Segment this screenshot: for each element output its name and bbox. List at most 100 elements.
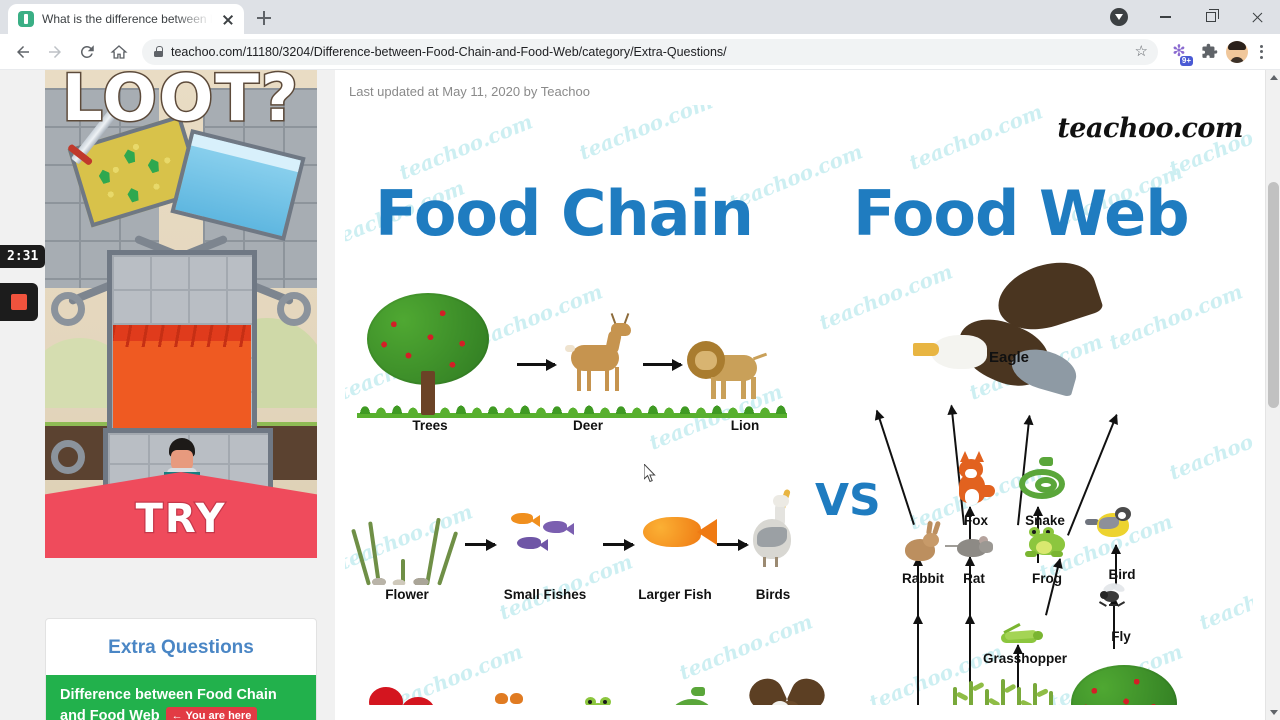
- vertical-scrollbar[interactable]: [1265, 70, 1280, 720]
- butterfly-illustration: [493, 691, 533, 705]
- fly-leg: [1109, 604, 1117, 606]
- eagle-illustration-chain: [744, 673, 830, 705]
- ad-headline: LOOT?: [60, 70, 301, 138]
- fish-body: [511, 513, 533, 524]
- ad-stop-button[interactable]: [0, 283, 38, 321]
- rabbit-illustration: [901, 520, 945, 567]
- web-node-label-eagle: Eagle: [988, 349, 1030, 366]
- sidebar-item-difference-food-chain-food-web[interactable]: Difference between Food Chain and Food W…: [46, 675, 316, 720]
- seaweed-frond: [437, 531, 459, 586]
- lock-icon: [154, 46, 163, 57]
- lion-leg: [711, 377, 716, 399]
- deer-leg: [615, 367, 619, 391]
- snake-coil: [1035, 477, 1057, 493]
- web-arrow-tip: [913, 614, 923, 624]
- ad-lava: [113, 325, 251, 430]
- small-fish: [543, 521, 574, 536]
- tree-illustration: [367, 293, 497, 415]
- tab-strip: What is the difference between F: [0, 0, 1280, 34]
- chain-node-label: Birds: [755, 587, 791, 602]
- fish-tail: [531, 515, 540, 528]
- larger-fish-illustration: [643, 517, 717, 547]
- web-arrow-tip: [965, 614, 975, 624]
- fox-illustration: [953, 451, 1001, 509]
- small-fishes-illustration: [511, 509, 591, 571]
- maximize-button[interactable]: [1188, 0, 1234, 34]
- teachoo-brand-label: teachoo.com: [1057, 113, 1243, 144]
- window-controls: [1096, 0, 1280, 34]
- snake-head: [691, 687, 705, 696]
- lion-leg: [751, 377, 756, 399]
- minimize-button[interactable]: [1142, 0, 1188, 34]
- web-arrow-tip: [1111, 544, 1121, 554]
- extensions-button[interactable]: [1194, 37, 1224, 67]
- pelican-leg: [763, 557, 766, 567]
- close-tab-icon[interactable]: [220, 11, 236, 27]
- deer-head: [611, 323, 631, 336]
- new-tab-button[interactable]: [250, 4, 278, 32]
- back-arrow-icon: [17, 45, 29, 58]
- close-icon: [1251, 11, 1264, 24]
- game-advertisement[interactable]: LOOT? TRY: [45, 70, 317, 558]
- browser-window: What is the difference between F teachoo…: [0, 0, 1280, 720]
- extension-badge-button[interactable]: ✻ 9+: [1166, 39, 1193, 66]
- browser-tab[interactable]: What is the difference between F: [8, 4, 244, 34]
- bookmark-star-icon[interactable]: ☆: [1135, 44, 1148, 59]
- scroll-up-icon[interactable]: [1269, 75, 1278, 80]
- teachoo-favicon-icon: [18, 11, 34, 27]
- address-bar[interactable]: teachoo.com/11180/3204/Difference-betwee…: [142, 38, 1158, 65]
- rabbit-head: [923, 533, 939, 547]
- snake-illustration: [663, 685, 731, 705]
- fly-head: [1100, 591, 1108, 599]
- gem-icon: [126, 187, 141, 204]
- grasshopper-head: [1033, 631, 1043, 640]
- download-button[interactable]: [1096, 0, 1142, 34]
- browser-menu-button[interactable]: [1250, 44, 1272, 59]
- lion-illustration: [687, 335, 773, 405]
- ad-pin-ring: [51, 292, 85, 326]
- frog-leg: [1051, 551, 1063, 557]
- tree-crown: [1071, 665, 1177, 705]
- gem-icon: [97, 168, 112, 185]
- fish-body: [543, 521, 567, 533]
- extra-questions-card: Extra Questions Difference between Food …: [45, 618, 317, 720]
- home-button[interactable]: [104, 37, 134, 67]
- watermark: teachoo.com: [575, 105, 716, 165]
- profile-avatar[interactable]: [1226, 40, 1248, 63]
- small-fish: [517, 537, 548, 552]
- chain-node-label: Flower: [385, 587, 429, 602]
- pelican-leg: [775, 557, 778, 567]
- fish-tail: [697, 519, 717, 545]
- scroll-down-icon[interactable]: [1269, 710, 1278, 715]
- minimize-icon: [1159, 16, 1171, 18]
- flower-petal: [401, 697, 435, 705]
- url-text: teachoo.com/11180/3204/Difference-betwee…: [171, 44, 727, 59]
- corn-leaf: [987, 697, 1001, 705]
- ad-pin-ring: [51, 440, 85, 474]
- watermark: teachoo.com: [675, 609, 816, 685]
- chain-arrow: [643, 358, 683, 371]
- web-node-label-frog: Frog: [1032, 571, 1062, 586]
- home-icon: [110, 44, 128, 59]
- bird-illustration: [1085, 505, 1141, 545]
- hibiscus-illustration: [365, 683, 445, 705]
- back-button[interactable]: [8, 37, 38, 67]
- fox-snout: [965, 469, 977, 478]
- deer-leg: [605, 367, 609, 391]
- page-viewport: LOOT? TRY 2:31 Extra Questions Differenc…: [0, 70, 1280, 720]
- forward-button[interactable]: [40, 37, 70, 67]
- deer-leg: [587, 367, 591, 391]
- close-window-button[interactable]: [1234, 0, 1280, 34]
- fish-body: [517, 537, 541, 549]
- reload-button[interactable]: [72, 37, 102, 67]
- scrollbar-thumb[interactable]: [1268, 182, 1279, 408]
- food-web-title: Food Web: [853, 177, 1190, 250]
- web-page: LOOT? TRY 2:31 Extra Questions Differenc…: [0, 70, 1265, 720]
- watermark: teachoo.com: [1195, 559, 1253, 635]
- web-arrow: [1045, 556, 1066, 616]
- snake-head: [1039, 457, 1053, 466]
- reload-icon: [80, 44, 94, 58]
- apple-tree-illustration: [1071, 665, 1181, 705]
- web-node-label-rat: Rat: [963, 571, 985, 586]
- corn-leaf: [1003, 683, 1017, 694]
